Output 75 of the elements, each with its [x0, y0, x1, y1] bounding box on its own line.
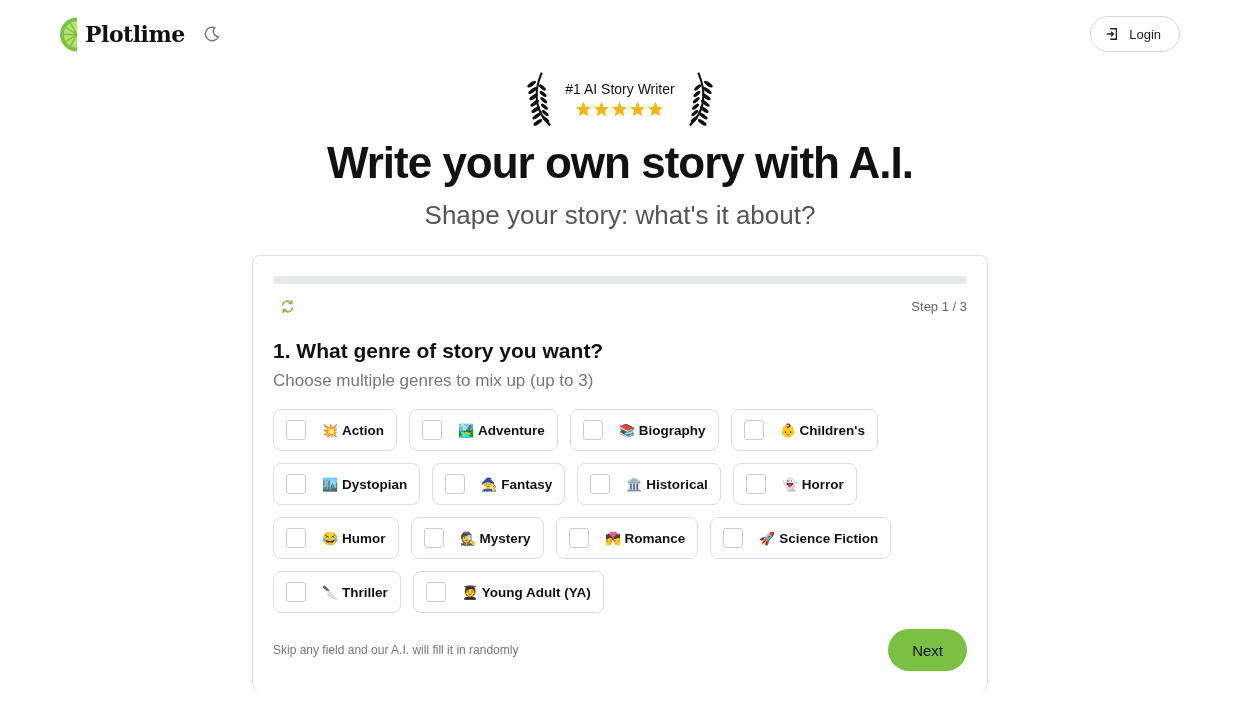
genre-emoji: 🏞	[458, 422, 474, 438]
genre-emoji: 🏙	[322, 476, 338, 492]
genre-option[interactable]: 🏞 Adventure	[409, 409, 558, 451]
genre-emoji: 😂	[322, 530, 338, 546]
genre-option[interactable]: 👻 Horror	[732, 463, 857, 505]
login-icon	[1105, 27, 1120, 41]
genre-emoji: 👶	[779, 422, 796, 438]
genre-label: Action	[342, 422, 384, 438]
genre-emoji: 🧙	[481, 476, 498, 492]
award-title: #1 AI Story Writer	[565, 80, 675, 97]
checkbox[interactable]	[286, 528, 306, 548]
checkbox[interactable]	[582, 420, 603, 440]
genre-label: Mystery	[479, 530, 531, 546]
logo-text[interactable]: Plotlime	[85, 21, 185, 47]
checkbox[interactable]	[568, 528, 589, 548]
genre-emoji: 🔪	[322, 584, 338, 600]
genre-label: Young Adult (YA)	[481, 584, 591, 600]
checkbox[interactable]	[423, 528, 444, 548]
genre-label: Historical	[646, 476, 708, 492]
star-icon	[629, 100, 647, 118]
genre-label: Adventure	[478, 422, 545, 438]
genre-label: Horror	[801, 476, 844, 492]
checkbox[interactable]	[745, 474, 766, 494]
genre-label: Humor	[342, 530, 386, 546]
checkbox[interactable]	[286, 474, 306, 494]
checkbox[interactable]	[425, 582, 446, 602]
genre-emoji: 💏	[604, 530, 621, 546]
star-icon	[611, 100, 629, 118]
genre-option[interactable]: 🧙 Fantasy	[432, 463, 566, 505]
star-icon	[647, 100, 665, 118]
genre-option[interactable]: 🚀 Science Fiction	[710, 517, 892, 559]
genre-option[interactable]: 💏 Romance	[555, 517, 699, 559]
checkbox[interactable]	[590, 474, 611, 494]
question-hint: Choose multiple genres to mix up (up to 3)	[273, 371, 595, 391]
star-icon	[593, 100, 611, 118]
genre-option[interactable]: 🔪 Thriller	[273, 571, 401, 613]
genre-option[interactable]: 📚 Biography	[569, 409, 719, 451]
question-title: 1. What genre of story you want?	[273, 339, 605, 363]
checkbox[interactable]	[286, 420, 306, 440]
genre-emoji: 🧑‍🎓	[461, 584, 478, 600]
genre-label: Science Fiction	[779, 530, 879, 546]
genre-label: Dystopian	[342, 476, 408, 492]
genre-emoji: 🕵	[459, 530, 476, 546]
genre-option[interactable]: 🕵 Mystery	[410, 517, 544, 559]
genre-label: Children's	[799, 422, 865, 438]
footer-note: Skip any field and our A.I. will fill it in randomly	[273, 643, 519, 657]
genre-emoji: 💥	[322, 422, 338, 438]
genre-option[interactable]: 💥 Action	[273, 409, 397, 451]
genre-emoji: 👻	[781, 476, 798, 492]
genre-option[interactable]: 👶 Children's	[730, 409, 878, 451]
star-icon	[575, 100, 593, 118]
genre-option[interactable]: 🏙 Dystopian	[273, 463, 421, 505]
genre-option[interactable]: 🏛 Historical	[577, 463, 721, 505]
genre-label: Thriller	[342, 584, 388, 600]
refresh-icon[interactable]	[279, 298, 296, 315]
next-button[interactable]: Next	[888, 629, 967, 671]
login-button[interactable]: Login	[1090, 16, 1180, 52]
genre-emoji: 🚀	[759, 530, 776, 546]
genre-label: Biography	[638, 422, 706, 438]
hero-subtitle: Shape your story: what's it about?	[423, 200, 817, 231]
lime-logo-icon	[60, 16, 77, 52]
genre-option[interactable]: 🧑‍🎓 Young Adult (YA)	[412, 571, 604, 613]
genre-option[interactable]: 😂 Humor	[273, 517, 399, 559]
checkbox[interactable]	[445, 474, 466, 494]
hero-title: Write your own story with A.I.	[325, 138, 914, 188]
genre-emoji: 📚	[618, 422, 635, 438]
checkbox[interactable]	[422, 420, 442, 440]
genre-emoji: 🏛	[626, 476, 643, 492]
checkbox[interactable]	[743, 420, 764, 440]
moon-icon[interactable]	[202, 25, 221, 43]
genre-label: Fantasy	[501, 476, 553, 492]
checkbox[interactable]	[723, 528, 744, 548]
checkbox[interactable]	[286, 582, 306, 602]
step-counter: Step 1 / 3	[911, 299, 967, 314]
genre-label: Romance	[624, 530, 686, 546]
